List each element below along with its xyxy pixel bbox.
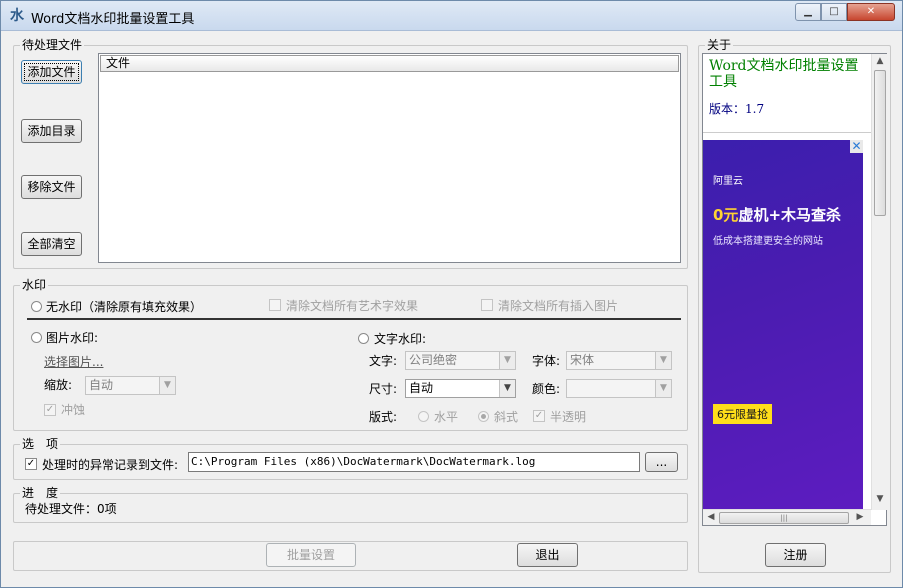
no-watermark-radio[interactable] (31, 301, 42, 312)
scale-select[interactable]: 自动 ▼ (85, 376, 176, 395)
vertical-scroll-thumb[interactable] (874, 70, 886, 216)
clear-art-checkbox[interactable] (269, 299, 281, 311)
about-panel: Word文档水印批量设置工具 版本：1.7 阿里云 0元虚机+木马查杀 低成本搭… (702, 53, 887, 526)
watermark-separator (27, 318, 681, 320)
text-select[interactable]: 公司绝密 ▼ (405, 351, 516, 370)
about-app-name: Word文档水印批量设置工具 (709, 58, 859, 90)
exit-button[interactable]: 退出 (517, 543, 578, 567)
file-list[interactable]: 文件 (98, 53, 681, 263)
no-watermark-label: 无水印（清除原有填充效果） (46, 300, 203, 314)
semi-transparent-checkbox[interactable]: ✓ (533, 410, 545, 422)
ad-close-icon[interactable]: ✕ (850, 140, 863, 153)
size-label: 尺寸: (369, 382, 398, 396)
scale-label: 缩放: (44, 378, 73, 392)
browse-button[interactable]: ... (645, 452, 678, 472)
semi-transparent-label: 半透明 (550, 410, 587, 424)
choose-image-link[interactable]: 选择图片... (44, 355, 103, 369)
color-select[interactable]: ▼ (566, 379, 672, 398)
add-directory-button[interactable]: 添加目录 (21, 119, 82, 143)
image-watermark-radio[interactable] (31, 332, 42, 343)
about-group-label: 关于 (705, 38, 734, 52)
washout-checkbox[interactable]: ✓ (44, 404, 56, 416)
scale-value: 自动 (89, 378, 114, 392)
about-horizontal-scrollbar[interactable]: ◀ ||| ▶ (703, 509, 871, 525)
layout-label: 版式: (369, 410, 398, 424)
horizontal-label: 水平 (434, 410, 459, 424)
horizontal-scroll-thumb[interactable]: ||| (719, 512, 849, 524)
add-file-button[interactable]: 添加文件 (21, 60, 82, 84)
chevron-down-icon: ▼ (499, 352, 515, 369)
color-label: 颜色: (532, 382, 561, 396)
ad-headline: 0元虚机+木马查杀 (713, 204, 841, 225)
log-path-field[interactable]: C:\Program Files (x86)\DocWatermark\DocW… (188, 452, 640, 472)
horizontal-radio[interactable] (418, 411, 429, 422)
chevron-down-icon: ▼ (159, 377, 175, 394)
about-vertical-scrollbar[interactable]: ▲ ▼ (871, 54, 887, 510)
clear-images-checkbox[interactable] (481, 299, 493, 311)
clear-all-button[interactable]: 全部清空 (21, 232, 82, 256)
diagonal-label: 斜式 (494, 410, 519, 424)
ad-headline-accent: 0元 (713, 206, 739, 224)
watermark-group-label: 水印 (20, 278, 49, 292)
chevron-down-icon: ▼ (655, 380, 671, 397)
remove-file-button[interactable]: 移除文件 (21, 175, 82, 199)
minimize-button[interactable]: ▁ (795, 3, 821, 21)
app-logo-icon: 水 (10, 8, 24, 24)
maximize-button[interactable]: □ (821, 3, 847, 21)
diagonal-radio[interactable] (478, 411, 489, 422)
font-value: 宋体 (570, 353, 595, 367)
title-bar[interactable]: 水 Word文档水印批量设置工具 ▁ □ ✕ (1, 1, 902, 31)
washout-label: 冲蚀 (61, 403, 86, 417)
main-window: 水 Word文档水印批量设置工具 ▁ □ ✕ 待处理文件 添加文件 添加目录 移… (0, 0, 903, 588)
progress-status: 待处理文件：0项 (25, 502, 117, 516)
about-version: 版本：1.7 (709, 102, 765, 116)
scroll-right-icon[interactable]: ▶ (853, 512, 867, 522)
text-field-label: 文字: (369, 354, 398, 368)
clear-images-label: 清除文档所有插入图片 (498, 299, 619, 313)
window-title: Word文档水印批量设置工具 (31, 12, 195, 27)
progress-group-label: 进 度 (20, 486, 61, 500)
advertisement-banner[interactable]: 阿里云 0元虚机+木马查杀 低成本搭建更安全的网站 6元限量抢 (703, 140, 863, 510)
files-group-label: 待处理文件 (20, 38, 85, 52)
text-value: 公司绝密 (409, 353, 458, 367)
ad-subline: 低成本搭建更安全的网站 (713, 236, 823, 247)
ad-headline-rest: 虚机+木马查杀 (738, 206, 842, 224)
about-separator (703, 132, 873, 133)
chevron-down-icon: ▼ (655, 352, 671, 369)
ad-brand: 阿里云 (713, 176, 743, 187)
clear-art-label: 清除文档所有艺术字效果 (286, 299, 419, 313)
scroll-up-icon[interactable]: ▲ (873, 56, 887, 66)
ad-cta-button[interactable]: 6元限量抢 (713, 404, 772, 424)
options-group-label: 选 项 (20, 437, 61, 451)
batch-set-button[interactable]: 批量设置 (266, 543, 356, 567)
log-label: 处理时的异常记录到文件: (42, 458, 179, 472)
size-select[interactable]: 自动 ▼ (405, 379, 516, 398)
log-checkbox[interactable]: ✓ (25, 458, 37, 470)
file-column-header[interactable]: 文件 (100, 55, 679, 72)
register-button[interactable]: 注册 (765, 543, 826, 567)
text-watermark-label: 文字水印: (374, 332, 427, 346)
font-label: 字体: (532, 354, 561, 368)
text-watermark-radio[interactable] (358, 333, 369, 344)
image-watermark-label: 图片水印: (46, 331, 99, 345)
scroll-down-icon[interactable]: ▼ (873, 494, 887, 504)
font-select[interactable]: 宋体 ▼ (566, 351, 672, 370)
size-value: 自动 (409, 381, 434, 395)
chevron-down-icon: ▼ (499, 380, 515, 397)
scroll-left-icon[interactable]: ◀ (704, 512, 718, 522)
close-button[interactable]: ✕ (847, 3, 895, 21)
